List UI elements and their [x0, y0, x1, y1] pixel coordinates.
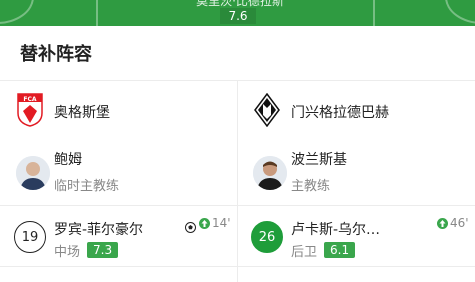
sub-player-rating: 7.3: [87, 242, 119, 258]
sub-player-rating: 6.1: [324, 242, 356, 258]
divider: [0, 205, 237, 206]
pitch-line: [96, 0, 98, 26]
jersey-number: 19: [14, 221, 46, 253]
sub-minute: 14': [212, 216, 231, 230]
sub-in-icon: [437, 218, 448, 229]
away-team-name[interactable]: 门兴格拉德巴赫: [291, 102, 389, 122]
augsburg-logo-icon: FCA: [17, 93, 43, 127]
svg-text:FCA: FCA: [23, 96, 37, 103]
pitch-arc: [0, 0, 34, 24]
divider: [0, 266, 475, 267]
pitch-line: [373, 0, 375, 26]
pitch-strip: 莫里茨·比德拉斯 7.6: [0, 0, 475, 26]
goal-ball-icon: [185, 218, 196, 233]
home-coach-role: 临时主教练: [54, 179, 120, 194]
away-coach-name[interactable]: 波兰斯基: [291, 149, 347, 169]
away-coach-avatar[interactable]: [253, 156, 287, 190]
home-coach-avatar[interactable]: [16, 156, 50, 190]
pitch-arc: [445, 0, 475, 24]
sub-in-icon: [199, 218, 210, 229]
home-team-name[interactable]: 奥格斯堡: [54, 102, 110, 122]
gladbach-logo-icon: [254, 92, 280, 128]
column-divider: [237, 80, 238, 282]
sub-player-name[interactable]: 卢卡斯-乌尔…: [291, 219, 380, 239]
sub-player-position: 中场: [54, 245, 81, 260]
pitch-player-rating: 7.6: [220, 8, 256, 24]
sub-player-name[interactable]: 罗宾-菲尔豪尔: [54, 219, 143, 239]
jersey-number: 26: [251, 221, 283, 253]
sub-minute: 46': [450, 216, 469, 230]
section-title: 替补阵容: [20, 44, 92, 65]
away-coach-role: 主教练: [291, 179, 331, 194]
home-coach-name[interactable]: 鲍姆: [54, 149, 82, 169]
divider: [238, 205, 475, 206]
sub-player-position: 后卫: [291, 245, 318, 260]
